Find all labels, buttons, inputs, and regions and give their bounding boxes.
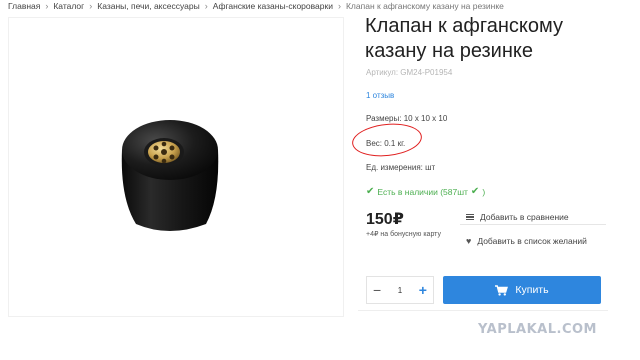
buy-button[interactable]: Купить	[443, 276, 601, 304]
add-to-compare-button[interactable]: Добавить в сравнение	[466, 212, 569, 222]
product-title: Клапан к афганскому казану на резинке	[365, 15, 563, 62]
cart-icon	[495, 284, 509, 296]
check-icon: ✔	[470, 186, 480, 197]
bonus-text: +4₽ на бонусную карту	[366, 231, 441, 238]
breadcrumb: Главная › Каталог › Казаны, печи, аксесс…	[8, 0, 504, 12]
divider	[460, 224, 606, 225]
product-unit: Ед. измерения: шт	[366, 163, 436, 172]
breadcrumb-cauldrons[interactable]: Казаны, печи, аксессуары	[97, 1, 199, 11]
buy-button-label: Купить	[515, 284, 549, 296]
product-sizes: Размеры: 10 х 10 х 10	[366, 114, 448, 123]
breadcrumb-afghan-cauldrons[interactable]: Афганские казаны-скороварки	[213, 1, 333, 11]
add-to-wishlist-label: Добавить в список желаний	[477, 236, 587, 246]
quantity-stepper: − 1 +	[366, 276, 434, 304]
breadcrumb-separator: ›	[204, 1, 208, 11]
quantity-increase-button[interactable]: +	[419, 282, 427, 298]
divider	[358, 310, 608, 311]
heart-icon: ♥	[466, 236, 472, 246]
breadcrumb-separator: ›	[89, 1, 93, 11]
product-image-panel[interactable]	[8, 17, 344, 317]
breadcrumb-separator: ›	[45, 1, 49, 11]
stock-status: ✔ Есть в наличии (587шт ✔ )	[366, 186, 485, 197]
annotation-circle	[350, 120, 424, 160]
add-to-compare-label: Добавить в сравнение	[480, 212, 569, 222]
check-icon: ✔	[366, 186, 375, 197]
add-to-wishlist-button[interactable]: ♥ Добавить в список желаний	[466, 236, 587, 246]
stock-text-end: )	[482, 186, 486, 197]
breadcrumb-current: Клапан к афганскому казану на резинке	[345, 1, 504, 11]
watermark: YAPLAKAL.COM	[478, 322, 597, 337]
breadcrumb-catalog[interactable]: Каталог	[53, 1, 84, 11]
breadcrumb-home[interactable]: Главная	[8, 1, 40, 11]
product-image	[121, 120, 219, 231]
product-price: 150₽	[366, 211, 404, 228]
stock-text: Есть в наличии (587шт	[377, 186, 468, 197]
breadcrumb-separator: ›	[337, 1, 341, 11]
quantity-decrease-button[interactable]: −	[373, 282, 381, 298]
quantity-value[interactable]: 1	[398, 286, 402, 295]
product-sku: Артикул: GM24-P01954	[366, 68, 453, 77]
reviews-link[interactable]: 1 отзыв	[366, 91, 394, 100]
compare-icon	[466, 213, 474, 221]
